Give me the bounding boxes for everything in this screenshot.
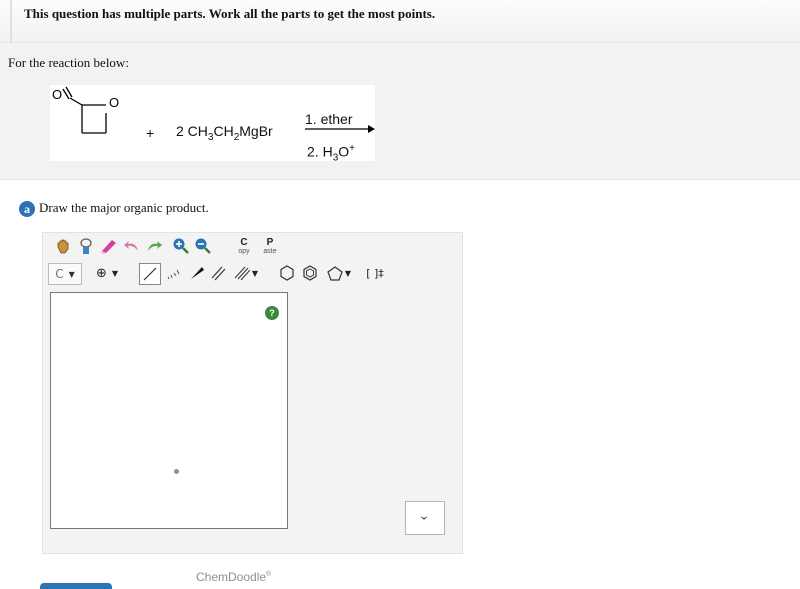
part-a-text: Draw the major organic product. [39, 200, 209, 215]
hashed-bond-icon[interactable] [163, 263, 183, 283]
header-accent-bar [10, 0, 12, 42]
part-a-prompt: a Draw the major organic product. [19, 200, 209, 218]
zoom-in-icon[interactable] [171, 236, 191, 256]
double-bond-icon[interactable] [208, 263, 228, 283]
element-select-button[interactable]: C ▼ [48, 263, 82, 285]
charge-button[interactable]: ⊕ ▼ [91, 263, 123, 283]
eraser-icon[interactable] [99, 236, 119, 256]
reaction-scheme: O O + 2 CH3CH2MgBr 1. ether 2. H3O+ [50, 85, 375, 164]
drawing-canvas[interactable]: ? ChemDoodle® [50, 292, 288, 584]
wedge-bond-icon[interactable] [187, 263, 207, 283]
grignard-reagent: 2 CH3CH2MgBr [176, 123, 273, 143]
benzene-icon[interactable] [300, 263, 320, 283]
element-label: C [55, 267, 64, 281]
paste-label-bottom: aste [263, 247, 277, 255]
chevron-down-icon: › [416, 515, 434, 521]
caret-down-icon: ▼ [251, 268, 259, 278]
paste-label-top: P [266, 236, 274, 248]
carbonyl-oxygen-label: O [52, 87, 62, 102]
part-badge: a [19, 201, 35, 218]
watermark-registered: ® [266, 571, 272, 578]
single-bond-icon[interactable] [139, 263, 161, 285]
hand-tool-icon[interactable] [53, 236, 73, 256]
question-header: This question has multiple parts. Work a… [0, 0, 800, 43]
watermark-text: ChemDoodle [196, 570, 267, 584]
canvas-center-dot [174, 469, 179, 474]
ring-oxygen-label: O [109, 95, 119, 110]
plus-sign: + [146, 125, 155, 141]
copy-label-top: C [240, 236, 248, 248]
submit-button[interactable] [40, 583, 112, 589]
undo-icon[interactable] [122, 236, 142, 256]
caret-down-icon: ▼ [344, 268, 352, 278]
chemdoodle-editor: C opy P aste C ▼ ⊕ ▼ ▼ ▼ [ ]‡ ? ChemDoodle… [42, 232, 463, 584]
triple-bond-icon[interactable]: ▼ [230, 263, 262, 283]
condition-workup: 2. H3O+ [307, 143, 355, 164]
answer-dropdown[interactable]: › [405, 501, 445, 535]
charge-plus-icon: ⊕ [95, 265, 107, 281]
redo-icon[interactable] [144, 236, 164, 256]
caret-down-icon: ▼ [68, 269, 75, 279]
lasso-icon[interactable] [76, 236, 96, 256]
condition-ether: 1. ether [305, 111, 353, 127]
cyclopentane-icon[interactable]: ▼ [323, 263, 355, 283]
help-button[interactable]: ? [265, 306, 279, 320]
caret-down-icon: ▼ [111, 268, 119, 278]
copy-button[interactable]: C opy [233, 234, 255, 258]
cyclohexane-icon[interactable] [277, 263, 297, 283]
reaction-block: For the reaction below: O O + 2 CH3CH2Mg… [0, 43, 800, 180]
chemdoodle-watermark: ChemDoodle® [196, 570, 271, 584]
copy-label-bottom: opy [238, 247, 250, 255]
paste-button[interactable]: P aste [259, 234, 281, 258]
header-text: This question has multiple parts. Work a… [24, 6, 436, 21]
intro-text: For the reaction below: [8, 55, 129, 70]
bracket-button[interactable]: [ ]‡ [361, 263, 389, 283]
zoom-out-icon[interactable] [193, 236, 213, 256]
